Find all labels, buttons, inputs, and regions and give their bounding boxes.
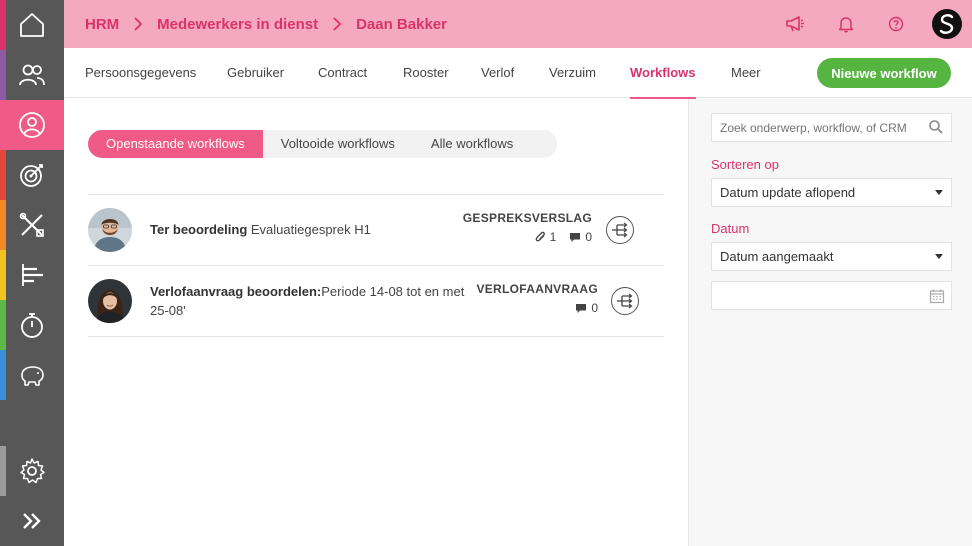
workflow-subject: Evaluatiegesprek H1	[250, 222, 371, 237]
home-icon	[20, 13, 44, 37]
bell-icon[interactable]	[835, 13, 857, 35]
settings-icon	[20, 458, 45, 484]
tab-workflows[interactable]: Workflows	[630, 48, 696, 99]
workflow-description: Ter beoordeling Evaluatiegesprek H1	[150, 220, 371, 239]
workflow-title: Ter beoordeling	[150, 222, 248, 237]
sidebar-item-tools[interactable]	[0, 200, 64, 250]
workflow-list-area: Openstaande workflows Voltooide workflow…	[64, 99, 688, 546]
search-icon[interactable]	[928, 119, 944, 135]
sidebar-item-piggy-bank[interactable]	[0, 350, 64, 400]
megaphone-icon[interactable]	[784, 13, 806, 35]
tab-verzuim[interactable]: Verzuim	[549, 48, 596, 98]
sort-label: Sorteren op	[711, 157, 779, 172]
caret-down-icon	[935, 190, 943, 195]
new-workflow-button[interactable]: Nieuwe workflow	[817, 58, 951, 88]
company-logo[interactable]	[932, 9, 962, 39]
workflow-title: Verlofaanvraag beoordelen:	[150, 284, 322, 299]
comment-count: 0	[585, 230, 592, 244]
filter-panel: Sorteren op Datum update aflopend Datum …	[688, 99, 972, 546]
workflow-icon	[617, 293, 633, 309]
workflow-type: GESPREKSVERSLAG	[462, 211, 592, 225]
schedule-icon	[22, 264, 43, 286]
segment-open-workflows[interactable]: Openstaande workflows	[88, 130, 263, 158]
date-type-select-value: Datum aangemaakt	[720, 249, 834, 264]
users-icon	[19, 64, 45, 86]
attachment-count: 1	[549, 230, 557, 244]
top-header: HRM Medewerkers in dienst Daan Bakker	[64, 0, 972, 48]
expand-icon	[23, 513, 41, 529]
date-type-select[interactable]: Datum aangemaakt	[711, 242, 952, 271]
tools-icon	[19, 212, 44, 237]
workflow-icon	[612, 222, 628, 238]
target-icon	[20, 164, 43, 187]
sidebar-item-stopwatch[interactable]	[0, 300, 64, 350]
tab-bar: Persoonsgegevens Gebruiker Contract Roos…	[64, 48, 972, 99]
workflow-description: Verlofaanvraag beoordelen:Periode 14-08 …	[150, 282, 480, 320]
stopwatch-icon	[21, 313, 43, 338]
chevron-right-icon	[332, 17, 342, 31]
workflow-type: VERLOFAANVRAAG	[476, 282, 598, 296]
comment-count: 0	[591, 301, 598, 315]
comment-icon	[576, 303, 587, 313]
sidebar-item-users[interactable]	[0, 50, 64, 100]
chevron-right-icon	[133, 17, 143, 31]
workflow-list: Ter beoordeling Evaluatiegesprek H1 GESP…	[88, 194, 664, 337]
sidebar-item-settings[interactable]	[0, 446, 64, 496]
open-workflow-button[interactable]	[606, 216, 634, 244]
date-input[interactable]	[711, 281, 952, 310]
sidebar-item-home[interactable]	[0, 0, 64, 50]
sidebar	[0, 0, 64, 546]
paperclip-icon	[535, 231, 545, 242]
tab-meer[interactable]: Meer	[731, 48, 761, 98]
date-label: Datum	[711, 221, 750, 236]
comment-icon	[570, 232, 581, 242]
tab-gebruiker[interactable]: Gebruiker	[227, 48, 284, 98]
avatar	[88, 279, 132, 323]
tab-persoonsgegevens[interactable]: Persoonsgegevens	[85, 48, 196, 98]
tab-rooster[interactable]: Rooster	[403, 48, 449, 98]
tab-verlof[interactable]: Verlof	[481, 48, 514, 98]
sidebar-expand[interactable]	[0, 496, 64, 546]
sort-select[interactable]: Datum update aflopend	[711, 178, 952, 207]
sort-select-value: Datum update aflopend	[720, 185, 856, 200]
segment-all-workflows[interactable]: Alle workflows	[413, 130, 531, 158]
caret-down-icon	[935, 254, 943, 259]
workflow-meta: 0	[575, 301, 598, 315]
workflow-row[interactable]: Ter beoordeling Evaluatiegesprek H1 GESP…	[88, 195, 664, 266]
open-workflow-button[interactable]	[611, 287, 639, 315]
breadcrumb-hrm[interactable]: HRM	[85, 16, 119, 33]
sidebar-item-schedule[interactable]	[0, 250, 64, 300]
piggy-bank-icon	[21, 366, 44, 386]
workflow-filter-segments: Openstaande workflows Voltooide workflow…	[88, 130, 557, 158]
segment-completed-workflows[interactable]: Voltooide workflows	[263, 130, 413, 158]
breadcrumb-medewerkers[interactable]: Medewerkers in dienst	[157, 16, 318, 33]
breadcrumb: HRM Medewerkers in dienst Daan Bakker	[85, 0, 447, 48]
tab-contract[interactable]: Contract	[318, 48, 367, 98]
help-icon[interactable]	[885, 13, 907, 35]
workflow-meta: 1 0	[535, 230, 592, 244]
user-icon	[19, 112, 45, 138]
avatar	[88, 208, 132, 252]
sidebar-item-target[interactable]	[0, 150, 64, 200]
search-input[interactable]	[711, 113, 952, 142]
calendar-icon[interactable]	[929, 288, 945, 304]
sidebar-item-user[interactable]	[0, 100, 64, 150]
workflow-row[interactable]: Verlofaanvraag beoordelen:Periode 14-08 …	[88, 266, 664, 337]
breadcrumb-employee[interactable]: Daan Bakker	[356, 16, 447, 33]
